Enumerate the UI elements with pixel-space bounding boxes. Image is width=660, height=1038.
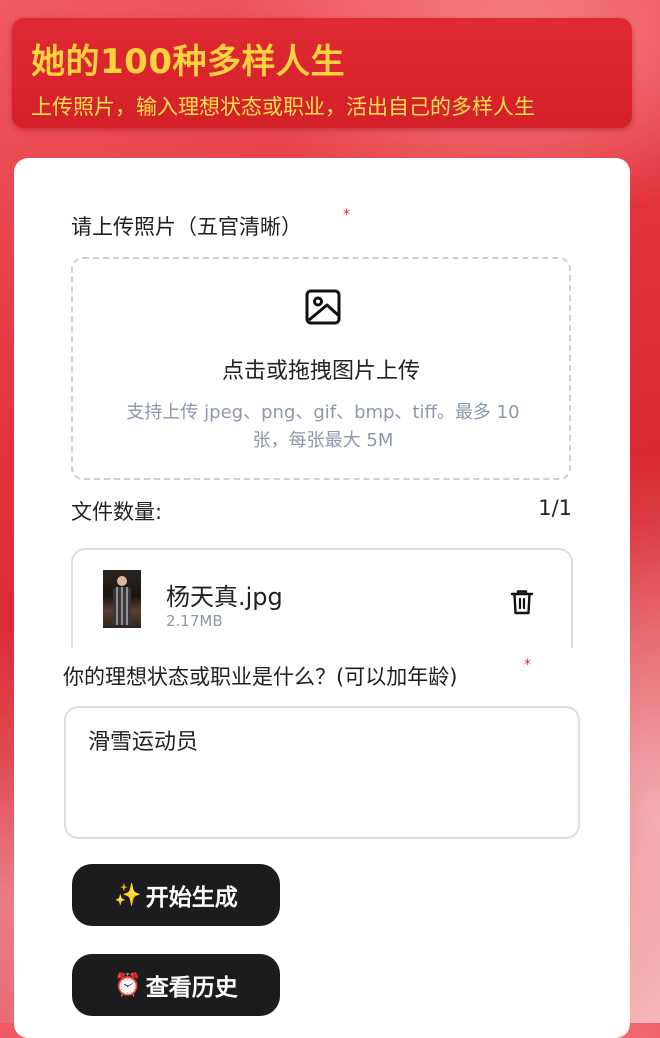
sparkles-icon: ✨ bbox=[114, 882, 142, 908]
page-subtitle: 上传照片，输入理想状态或职业，活出自己的多样人生 bbox=[31, 95, 535, 119]
required-mark: * bbox=[524, 657, 531, 673]
file-thumbnail bbox=[103, 570, 141, 628]
file-size: 2.17MB bbox=[166, 612, 223, 630]
file-count-value: 1/1 bbox=[538, 496, 572, 520]
generate-button[interactable]: ✨ 开始生成 bbox=[72, 864, 280, 926]
upload-label: 请上传照片（五官清晰） bbox=[71, 215, 302, 239]
ideal-state-label: 你的理想状态或职业是什么？(可以加年龄) bbox=[63, 665, 458, 689]
file-name: 杨天真.jpg bbox=[166, 583, 283, 611]
header-banner: 她的100种多样人生 上传照片，输入理想状态或职业，活出自己的多样人生 bbox=[12, 18, 632, 128]
file-count-label: 文件数量: bbox=[71, 500, 163, 524]
image-icon bbox=[305, 289, 341, 325]
generate-button-label: 开始生成 bbox=[145, 885, 238, 911]
ideal-state-input[interactable]: 滑雪运动员 bbox=[64, 706, 580, 839]
form-card: 请上传照片（五官清晰） * 点击或拖拽图片上传 支持上传 jpeg、png、gi… bbox=[14, 158, 630, 1038]
required-mark: * bbox=[343, 207, 350, 223]
image-dropzone[interactable]: 点击或拖拽图片上传 支持上传 jpeg、png、gif、bmp、tiff。最多 … bbox=[71, 257, 571, 480]
dropzone-title: 点击或拖拽图片上传 bbox=[221, 359, 420, 384]
history-button[interactable]: ⏰ 查看历史 bbox=[72, 954, 280, 1016]
history-button-label: 查看历史 bbox=[145, 975, 238, 1001]
trash-icon[interactable] bbox=[510, 589, 534, 615]
page-title: 她的100种多样人生 bbox=[31, 42, 345, 82]
dropzone-hint: 支持上传 jpeg、png、gif、bmp、tiff。最多 10 张，每张最大 … bbox=[126, 402, 520, 451]
alarm-clock-icon: ⏰ bbox=[114, 972, 142, 998]
uploaded-file-item: 杨天真.jpg 2.17MB bbox=[71, 548, 573, 648]
